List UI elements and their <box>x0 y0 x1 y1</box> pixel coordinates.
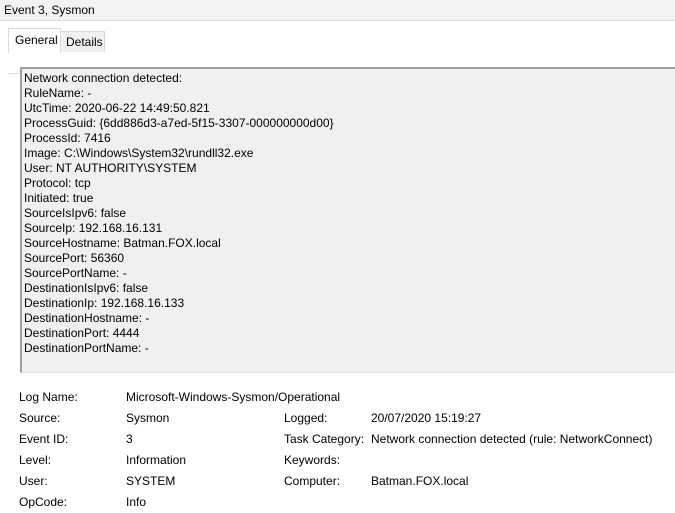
event-details-grid: Log Name: Microsoft-Windows-Sysmon/Opera… <box>0 386 675 513</box>
opcode-value[interactable]: Info <box>126 495 146 509</box>
event-id-label: Event ID: <box>19 432 69 446</box>
log-name-value[interactable]: Microsoft-Windows-Sysmon/Operational <box>126 390 340 404</box>
title-bar: Event 3, Sysmon <box>0 0 675 21</box>
level-value[interactable]: Information <box>126 453 186 467</box>
description-line: DestinationPortName: - <box>24 341 149 355</box>
description-lines: Network connection detected: RuleName: -… <box>24 71 334 356</box>
description-line: Image: C:\Windows\System32\rundll32.exe <box>24 146 254 160</box>
opcode-label: OpCode: <box>19 495 68 509</box>
description-line: User: NT AUTHORITY\SYSTEM <box>24 161 197 175</box>
keywords-label: Keywords: <box>284 453 341 467</box>
logged-value[interactable]: 20/07/2020 15:19:27 <box>371 411 481 425</box>
description-line: Initiated: true <box>24 191 94 205</box>
description-line: RuleName: - <box>24 86 92 100</box>
window-title: Event 3, Sysmon <box>4 3 95 17</box>
description-line: DestinationPort: 4444 <box>24 326 140 340</box>
description-line: ProcessId: 7416 <box>24 131 111 145</box>
logged-label: Logged: <box>284 411 328 425</box>
log-name-label: Log Name: <box>19 390 78 404</box>
description-line: Protocol: tcp <box>24 176 91 190</box>
event-properties-window: Event 3, Sysmon General Details Network … <box>0 0 675 513</box>
event-description-textbox[interactable]: Network connection detected: RuleName: -… <box>20 67 675 373</box>
description-line: ProcessGuid: {6dd886d3-a7ed-5f15-3307-00… <box>24 116 334 130</box>
task-category-value[interactable]: Network connection detected (rule: Netwo… <box>371 432 652 446</box>
user-label: User: <box>19 474 48 488</box>
tab-details[interactable]: Details <box>61 31 105 52</box>
description-line: DestinationIsIpv6: false <box>24 281 149 295</box>
description-line: Network connection detected: <box>24 71 183 85</box>
event-id-value[interactable]: 3 <box>126 432 133 446</box>
description-line: SourcePortName: - <box>24 266 127 280</box>
description-line: SourcePort: 56360 <box>24 251 125 265</box>
computer-label: Computer: <box>284 474 341 488</box>
source-label: Source: <box>19 411 61 425</box>
computer-value[interactable]: Batman.FOX.local <box>371 474 468 488</box>
tab-general[interactable]: General <box>8 28 61 53</box>
description-line: SourceIsIpv6: false <box>24 206 127 220</box>
description-line: DestinationHostname: - <box>24 311 150 325</box>
description-line: UtcTime: 2020-06-22 14:49:50.821 <box>24 101 210 115</box>
description-line: DestinationIp: 192.168.16.133 <box>24 296 185 310</box>
description-line: SourceHostname: Batman.FOX.local <box>24 236 221 250</box>
description-line: SourceIp: 192.168.16.131 <box>24 221 163 235</box>
task-category-label: Task Category: <box>284 432 365 446</box>
user-value[interactable]: SYSTEM <box>126 474 175 488</box>
tab-strip: General Details <box>0 21 675 74</box>
level-label: Level: <box>19 453 52 467</box>
source-value[interactable]: Sysmon <box>126 411 169 425</box>
